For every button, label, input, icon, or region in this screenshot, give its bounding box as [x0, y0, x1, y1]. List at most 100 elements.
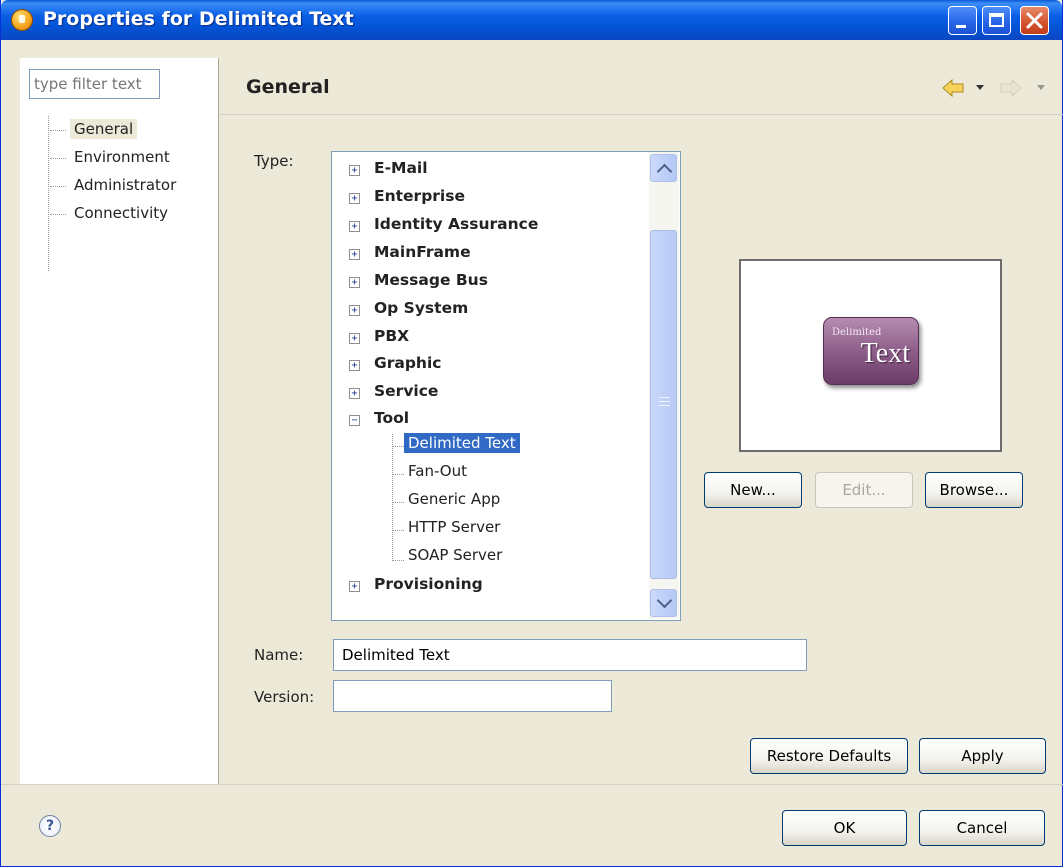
properties-dialog: Properties for Delimited Text General En…	[0, 0, 1063, 867]
tree-category-email[interactable]: + E-Mail	[332, 155, 652, 183]
tree-connector	[50, 130, 66, 131]
scroll-thumb[interactable]	[650, 230, 677, 579]
scroll-up-button[interactable]	[650, 154, 677, 182]
tree-item-delimited-text[interactable]: Delimited Text	[332, 432, 652, 460]
tree-item-soap-server[interactable]: SOAP Server	[332, 544, 652, 572]
tree-connector	[50, 186, 66, 187]
tree-item-label: SOAP Server	[408, 546, 503, 564]
nav-item-label: Environment	[74, 148, 170, 166]
preference-nav-pane: General Environment Administrator Connec…	[20, 58, 219, 784]
tree-item-fan-out[interactable]: Fan-Out	[332, 460, 652, 488]
expand-icon[interactable]: +	[349, 333, 360, 344]
category-label: Tool	[374, 409, 410, 427]
chevron-down-icon	[656, 592, 673, 609]
tree-item-label: Delimited Text	[404, 433, 520, 453]
category-label: MainFrame	[374, 243, 471, 261]
minimize-icon	[956, 25, 966, 28]
expand-icon[interactable]: +	[349, 221, 360, 232]
expand-icon[interactable]: +	[349, 277, 360, 288]
expand-icon[interactable]: +	[349, 193, 360, 204]
category-label: Graphic	[374, 354, 442, 372]
cancel-button[interactable]: Cancel	[919, 810, 1045, 846]
tree-item-label: Fan-Out	[408, 462, 467, 480]
close-button[interactable]	[1020, 6, 1049, 35]
minimize-button[interactable]	[948, 6, 977, 35]
tree-category-mainframe[interactable]: + MainFrame	[332, 239, 652, 267]
app-icon	[11, 9, 33, 31]
expand-icon[interactable]: +	[349, 165, 360, 176]
preview-big-text: Text	[860, 338, 910, 369]
expand-icon[interactable]: +	[349, 249, 360, 260]
tree-category-tool[interactable]: − Tool	[332, 405, 652, 433]
back-arrow-icon[interactable]	[941, 78, 965, 98]
window-title: Properties for Delimited Text	[43, 8, 354, 30]
scroll-grip	[659, 397, 670, 398]
expand-icon[interactable]: +	[349, 581, 360, 592]
nav-tree-line	[48, 116, 49, 271]
nav-item-label: General	[70, 119, 138, 139]
delimited-text-icon: Delimited Text	[823, 317, 919, 385]
nav-item-general[interactable]: General	[50, 117, 210, 143]
category-label: PBX	[374, 327, 410, 345]
nav-item-administrator[interactable]: Administrator	[50, 173, 210, 199]
expand-icon[interactable]: +	[349, 360, 360, 371]
expand-icon[interactable]: +	[349, 388, 360, 399]
preview-small-text: Delimited	[832, 327, 882, 338]
maximize-icon	[989, 13, 1004, 27]
back-dropdown-icon[interactable]	[976, 85, 984, 90]
tree-connector	[50, 214, 66, 215]
help-icon[interactable]: ?	[39, 815, 61, 837]
name-label: Name:	[254, 646, 304, 664]
nav-item-label: Connectivity	[74, 204, 168, 222]
tree-category-pbx[interactable]: + PBX	[332, 323, 652, 351]
tree-item-http-server[interactable]: HTTP Server	[332, 516, 652, 544]
name-field[interactable]	[333, 639, 807, 671]
maximize-button[interactable]	[982, 6, 1011, 35]
category-label: Enterprise	[374, 187, 465, 205]
tree-connector	[50, 158, 66, 159]
version-label: Version:	[254, 688, 315, 706]
header-separator	[220, 114, 1063, 115]
tree-item-label: Generic App	[408, 490, 501, 508]
forward-arrow-icon[interactable]	[999, 78, 1023, 98]
apply-button[interactable]: Apply	[919, 738, 1046, 774]
chevron-up-icon	[656, 163, 673, 180]
nav-item-label: Administrator	[74, 176, 177, 194]
browse-button[interactable]: Browse...	[925, 472, 1023, 508]
tree-category-identity-assurance[interactable]: + Identity Assurance	[332, 211, 652, 239]
tree-scrollbar[interactable]	[649, 152, 679, 619]
forward-dropdown-icon[interactable]	[1037, 85, 1045, 90]
collapse-icon[interactable]: −	[349, 415, 360, 426]
icon-preview: Delimited Text	[739, 259, 1002, 452]
tree-category-service[interactable]: + Service	[332, 378, 652, 406]
category-label: E-Mail	[374, 159, 428, 177]
category-label: Service	[374, 382, 439, 400]
category-label: Identity Assurance	[374, 215, 539, 233]
category-label: Op System	[374, 299, 469, 317]
new-button[interactable]: New...	[704, 472, 802, 508]
edit-button[interactable]: Edit...	[815, 472, 913, 508]
close-icon	[1026, 12, 1043, 29]
type-tree[interactable]: + E-Mail + Enterprise + Identity Assuran…	[331, 151, 681, 621]
title-bar[interactable]: Properties for Delimited Text	[1, 0, 1062, 40]
tree-category-graphic[interactable]: + Graphic	[332, 350, 652, 378]
nav-item-connectivity[interactable]: Connectivity	[50, 201, 210, 227]
filter-input[interactable]	[29, 69, 160, 99]
scroll-down-button[interactable]	[650, 589, 677, 617]
tree-item-label: HTTP Server	[408, 518, 501, 536]
category-label: Message Bus	[374, 271, 488, 289]
expand-icon[interactable]: +	[349, 305, 360, 316]
tree-category-message-bus[interactable]: + Message Bus	[332, 267, 652, 295]
category-label: Provisioning	[374, 575, 483, 593]
nav-item-environment[interactable]: Environment	[50, 145, 210, 171]
tree-category-op-system[interactable]: + Op System	[332, 295, 652, 323]
ok-button[interactable]: OK	[782, 810, 907, 846]
tree-item-generic-app[interactable]: Generic App	[332, 488, 652, 516]
restore-defaults-button[interactable]: Restore Defaults	[750, 738, 908, 774]
footer-separator	[1, 784, 1063, 785]
tree-category-enterprise[interactable]: + Enterprise	[332, 183, 652, 211]
type-label: Type:	[254, 152, 294, 170]
version-field[interactable]	[333, 680, 612, 712]
tree-category-provisioning[interactable]: + Provisioning	[332, 571, 652, 599]
scroll-grip	[659, 405, 670, 406]
